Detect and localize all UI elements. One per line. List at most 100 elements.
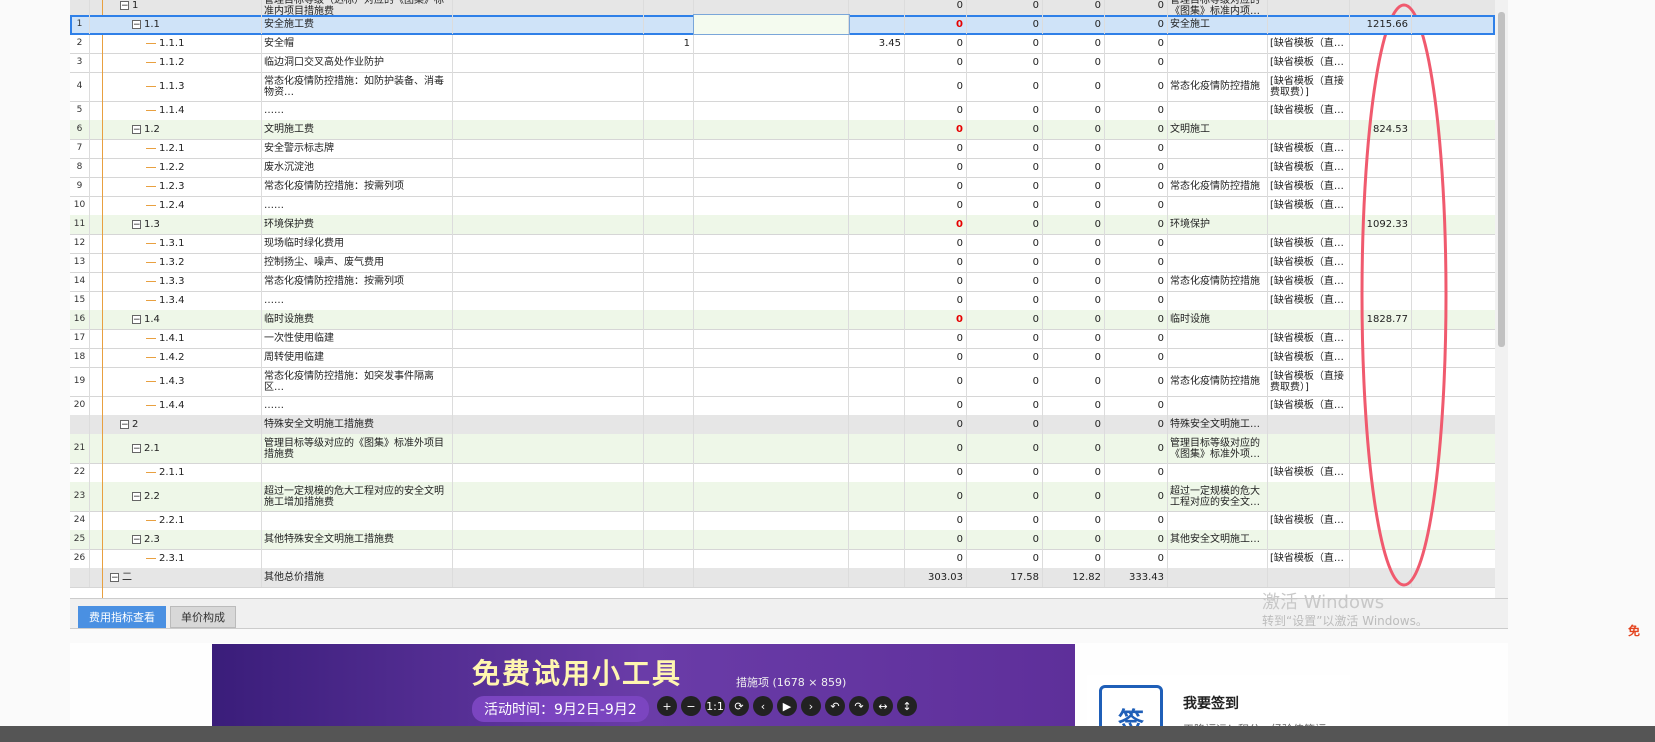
template-cell[interactable]: [1268, 215, 1350, 234]
collapse-toggle-icon[interactable]: −: [132, 492, 141, 502]
row-number[interactable]: 20: [70, 396, 90, 415]
row-number[interactable]: 3: [70, 53, 90, 72]
row-code[interactable]: 1.1.3: [90, 72, 262, 101]
extra-cell[interactable]: [1412, 53, 1495, 72]
value-cell[interactable]: 0: [1043, 15, 1105, 34]
value-cell[interactable]: 0: [1043, 0, 1105, 15]
template-cell[interactable]: [缺省模板（直…: [1268, 177, 1350, 196]
table-row[interactable]: −2 特殊安全文明施工措施费 0 0 0 0 特殊安全文明施工…: [70, 415, 1495, 435]
category-cell[interactable]: [1168, 348, 1268, 367]
spec-cell[interactable]: [453, 215, 644, 234]
value-cell[interactable]: 0: [967, 53, 1043, 72]
unit-price-cell[interactable]: [849, 139, 905, 158]
undo-icon[interactable]: ↶: [825, 696, 845, 716]
category-cell[interactable]: 其他安全文明施工…: [1168, 530, 1268, 549]
category-cell[interactable]: 文明施工: [1168, 120, 1268, 139]
input-cell[interactable]: [694, 329, 849, 348]
actual-size-icon[interactable]: 1:1: [705, 696, 725, 716]
value-cell[interactable]: 0: [967, 139, 1043, 158]
template-cell[interactable]: [缺省模板（直…: [1268, 234, 1350, 253]
play-icon[interactable]: ▶: [777, 696, 797, 716]
collapse-toggle-icon[interactable]: −: [120, 420, 129, 430]
value-cell[interactable]: 0: [1043, 434, 1105, 463]
table-row[interactable]: 12 1.3.1 现场临时绿化费用 0 0 0 0 [缺省模板（直…: [70, 234, 1495, 254]
amount-cell[interactable]: 0: [905, 15, 967, 34]
value-cell[interactable]: 0: [1043, 549, 1105, 568]
amount-cell[interactable]: 0: [905, 120, 967, 139]
template-cell[interactable]: [缺省模板（直…: [1268, 291, 1350, 310]
category-cell[interactable]: [1168, 253, 1268, 272]
amount-cell[interactable]: 303.03: [905, 568, 967, 587]
item-name[interactable]: 安全帽: [262, 34, 453, 53]
fee-amount-cell[interactable]: [1350, 272, 1412, 291]
item-name[interactable]: 临边洞口交叉高处作业防护: [262, 53, 453, 72]
tab-cost-indicator[interactable]: 费用指标查看: [78, 606, 166, 628]
fee-amount-cell[interactable]: [1350, 482, 1412, 511]
item-name[interactable]: 文明施工费: [262, 120, 453, 139]
table-row[interactable]: 10 1.2.4 …… 0 0 0 0 [缺省模板（直…: [70, 196, 1495, 216]
fee-amount-cell[interactable]: [1350, 291, 1412, 310]
fee-amount-cell[interactable]: 1215.66: [1350, 15, 1412, 34]
table-row[interactable]: 16−1.4 临时设施费 0 0 0 0 临时设施 1828.77: [70, 310, 1495, 330]
value-cell[interactable]: 0: [1043, 329, 1105, 348]
input-cell[interactable]: [694, 101, 849, 120]
extra-cell[interactable]: [1412, 367, 1495, 396]
row-code[interactable]: 1.3.1: [90, 234, 262, 253]
spec-cell[interactable]: [453, 196, 644, 215]
table-row[interactable]: 23−2.2 超过一定规模的危大工程对应的安全文明施工增加措施费 0 0 0 0 超过一定规…: [70, 482, 1495, 512]
amount-cell[interactable]: 0: [905, 139, 967, 158]
input-cell[interactable]: [694, 367, 849, 396]
total-cell[interactable]: 0: [1105, 158, 1168, 177]
unit-price-cell[interactable]: [849, 272, 905, 291]
fee-amount-cell[interactable]: [1350, 101, 1412, 120]
row-code[interactable]: 1.1.4: [90, 101, 262, 120]
input-cell[interactable]: [694, 396, 849, 415]
template-cell[interactable]: [缺省模板（直…: [1268, 253, 1350, 272]
extra-cell[interactable]: [1412, 329, 1495, 348]
value-cell[interactable]: 0: [1043, 415, 1105, 434]
item-name[interactable]: ……: [262, 196, 453, 215]
unit-price-cell[interactable]: [849, 482, 905, 511]
table-row[interactable]: 14 1.3.3 常态化疫情防控措施：按需列项 0 0 0 0 常态化疫情防控措施 [缺省模板（…: [70, 272, 1495, 292]
total-cell[interactable]: 0: [1105, 434, 1168, 463]
item-name[interactable]: 管理目标等级对应的《图集》标准外项目措施费: [262, 434, 453, 463]
unit-price-cell[interactable]: [849, 415, 905, 434]
total-cell[interactable]: 0: [1105, 196, 1168, 215]
total-cell[interactable]: 333.43: [1105, 568, 1168, 587]
amount-cell[interactable]: 0: [905, 253, 967, 272]
input-cell[interactable]: [694, 215, 849, 234]
total-cell[interactable]: 0: [1105, 463, 1168, 482]
category-cell[interactable]: 管理目标等级对应的《图集》标准外项…: [1168, 434, 1268, 463]
total-cell[interactable]: 0: [1105, 215, 1168, 234]
spec-cell[interactable]: [453, 568, 644, 587]
quantity-cell[interactable]: [644, 415, 694, 434]
total-cell[interactable]: 0: [1105, 549, 1168, 568]
row-number[interactable]: 1: [70, 15, 90, 34]
table-row[interactable]: 9 1.2.3 常态化疫情防控措施：按需列项 0 0 0 0 常态化疫情防控措施 [缺省模板（直…: [70, 177, 1495, 197]
unit-price-cell[interactable]: [849, 434, 905, 463]
row-number[interactable]: 18: [70, 348, 90, 367]
quantity-cell[interactable]: [644, 53, 694, 72]
extra-cell[interactable]: [1412, 101, 1495, 120]
rotate-icon[interactable]: ⟳: [729, 696, 749, 716]
collapse-toggle-icon[interactable]: −: [132, 444, 141, 454]
row-code[interactable]: 2.2.1: [90, 511, 262, 530]
value-cell[interactable]: 0: [1043, 367, 1105, 396]
quantity-cell[interactable]: [644, 396, 694, 415]
item-name[interactable]: ……: [262, 291, 453, 310]
table-row[interactable]: 1−1.1 安全施工费 0 0 0 0 安全施工 1215.66: [70, 14, 1495, 35]
unit-price-cell[interactable]: [849, 215, 905, 234]
template-cell[interactable]: [缺省模板（直…: [1268, 272, 1350, 291]
amount-cell[interactable]: 0: [905, 530, 967, 549]
fee-amount-cell[interactable]: 1092.33: [1350, 215, 1412, 234]
amount-cell[interactable]: 0: [905, 348, 967, 367]
extra-cell[interactable]: [1412, 0, 1495, 15]
row-number[interactable]: 2: [70, 34, 90, 53]
unit-price-cell[interactable]: [849, 101, 905, 120]
amount-cell[interactable]: 0: [905, 101, 967, 120]
input-cell[interactable]: [694, 348, 849, 367]
extra-cell[interactable]: [1412, 72, 1495, 101]
table-row[interactable]: 8 1.2.2 废水沉淀池 0 0 0 0 [缺省模板（直…: [70, 158, 1495, 178]
table-row[interactable]: 21−2.1 管理目标等级对应的《图集》标准外项目措施费 0 0 0 0 管理目标等级对应的…: [70, 434, 1495, 464]
quantity-cell[interactable]: [644, 367, 694, 396]
